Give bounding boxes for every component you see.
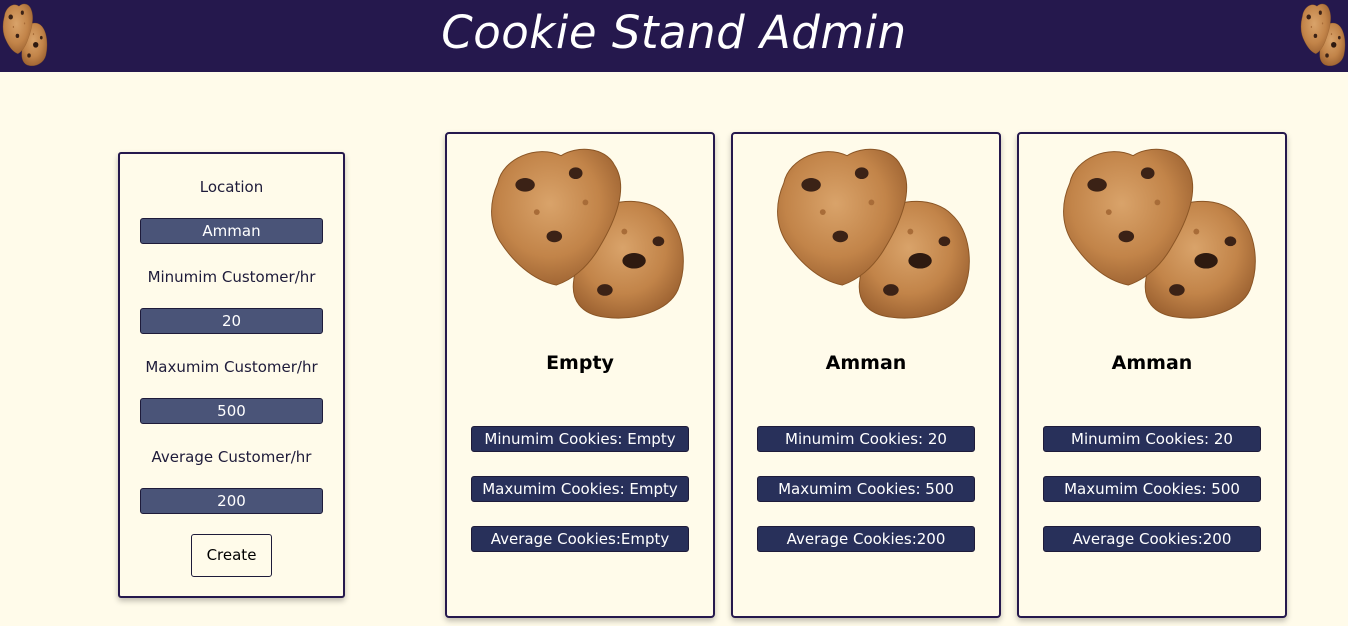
max-customer-label: Maxumim Customer/hr [145, 358, 318, 376]
card-title: Amman [1111, 352, 1193, 374]
avg-cookies: Average Cookies:200 [757, 526, 975, 552]
avg-customer-input[interactable]: 200 [140, 488, 323, 514]
avg-cookies: Average Cookies:Empty [471, 526, 689, 552]
card-title: Empty [546, 352, 614, 374]
cookie-image [777, 148, 970, 319]
max-customer-input[interactable]: 500 [140, 398, 323, 424]
card-title: Amman [825, 352, 907, 374]
create-button[interactable]: Create [191, 534, 272, 577]
stand-card: Empty Minumim Cookies: Empty Maxumim Coo… [445, 132, 715, 618]
min-customer-label: Minumim Customer/hr [147, 268, 316, 286]
avg-cookies: Average Cookies:200 [1043, 526, 1261, 552]
min-cookies: Minumim Cookies: 20 [757, 426, 975, 452]
avg-customer-label: Average Customer/hr [151, 448, 312, 466]
min-cookies: Minumim Cookies: 20 [1043, 426, 1261, 452]
max-cookies: Maxumim Cookies: 500 [1043, 476, 1261, 502]
stand-card: Amman Minumim Cookies: 20 Maxumim Cookie… [731, 132, 1001, 618]
location-label: Location [199, 178, 264, 196]
min-customer-input[interactable]: 20 [140, 308, 323, 334]
cookie-image [491, 148, 684, 319]
location-input[interactable]: Amman [140, 218, 323, 244]
max-cookies: Maxumim Cookies: Empty [471, 476, 689, 502]
create-stand-form: Location Amman Minumim Customer/hr 20 Ma… [118, 152, 345, 598]
max-cookies: Maxumim Cookies: 500 [757, 476, 975, 502]
page-title: Cookie Stand Admin [441, 6, 907, 59]
cookie-image [1063, 148, 1256, 319]
cookie-icon [1300, 3, 1346, 66]
header-bar: Cookie Stand Admin [0, 0, 1348, 72]
min-cookies: Minumim Cookies: Empty [471, 426, 689, 452]
stand-card: Amman Minumim Cookies: 20 Maxumim Cookie… [1017, 132, 1287, 618]
